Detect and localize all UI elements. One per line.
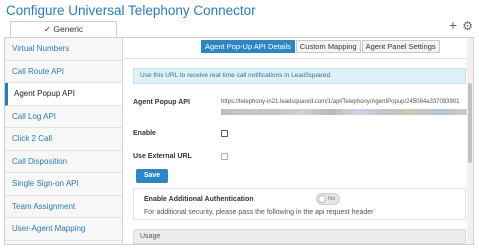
auth-toggle[interactable]: No [316,193,340,205]
sidebar-item-team-assignment[interactable]: Team Assignment [5,196,122,218]
info-alert: Use this URL to receive real time call n… [133,68,466,84]
redacted-bar [221,109,469,115]
enable-checkbox[interactable] [221,130,228,137]
tab-agent-popup-api-details[interactable]: Agent Pop-Up API Details [201,40,295,53]
sidebar-item-click-2-call[interactable]: Click 2 Call [5,128,122,151]
tab-generic[interactable]: ✓ Generic [10,21,117,37]
sidebar-item-agent-popup-api[interactable]: Agent Popup API [5,83,122,106]
main-content: Agent Pop-Up API Details Custom Mapping … [124,38,473,244]
usage-section-header[interactable]: Usage [133,229,466,244]
use-external-url-checkbox[interactable] [221,153,228,160]
auth-section: Enable Additional Authentication No For … [133,188,466,220]
auth-description: For additional security, please pass the… [144,209,374,216]
scrollbar[interactable] [467,38,473,244]
sidebar-item-virtual-numbers[interactable]: Virtual Numbers [5,38,122,61]
divider [124,58,473,59]
sidebar-item-call-log-api[interactable]: Call Log API [5,106,122,128]
use-external-url-label: Use External URL [133,153,192,160]
sidebar-item-single-sign-on-api[interactable]: Single Sign-on API [5,173,122,196]
subtab-bar: Agent Pop-Up API Details Custom Mapping … [201,40,441,53]
sidebar-item-call-disposition[interactable]: Call Disposition [5,151,122,173]
sidebar-item-user-agent-mapping[interactable]: User-Agent Mapping [5,218,122,241]
tab-agent-panel-settings[interactable]: Agent Panel Settings [361,40,440,53]
sidebar-item-call-route-api[interactable]: Call Route API [5,61,122,83]
enable-label: Enable [133,130,156,137]
gear-icon[interactable]: ⚙ [462,19,473,33]
toggle-state-text: No [328,196,336,202]
plus-icon[interactable]: + [449,18,457,32]
page-title: Configure Universal Telephony Connector [6,3,256,18]
agent-popup-api-label: Agent Popup API [133,99,190,106]
config-panel: Virtual Numbers Call Route API Agent Pop… [4,37,474,245]
toggle-knob [318,195,326,203]
scrollbar-thumb[interactable] [468,83,472,163]
agent-popup-api-url: https://telephony-in21.leadsquared.com/1… [221,99,460,105]
sidebar: Virtual Numbers Call Route API Agent Pop… [5,38,123,244]
tab-custom-mapping[interactable]: Custom Mapping [295,40,361,53]
save-button[interactable]: Save [136,169,168,183]
auth-title: Enable Additional Authentication [144,196,254,203]
